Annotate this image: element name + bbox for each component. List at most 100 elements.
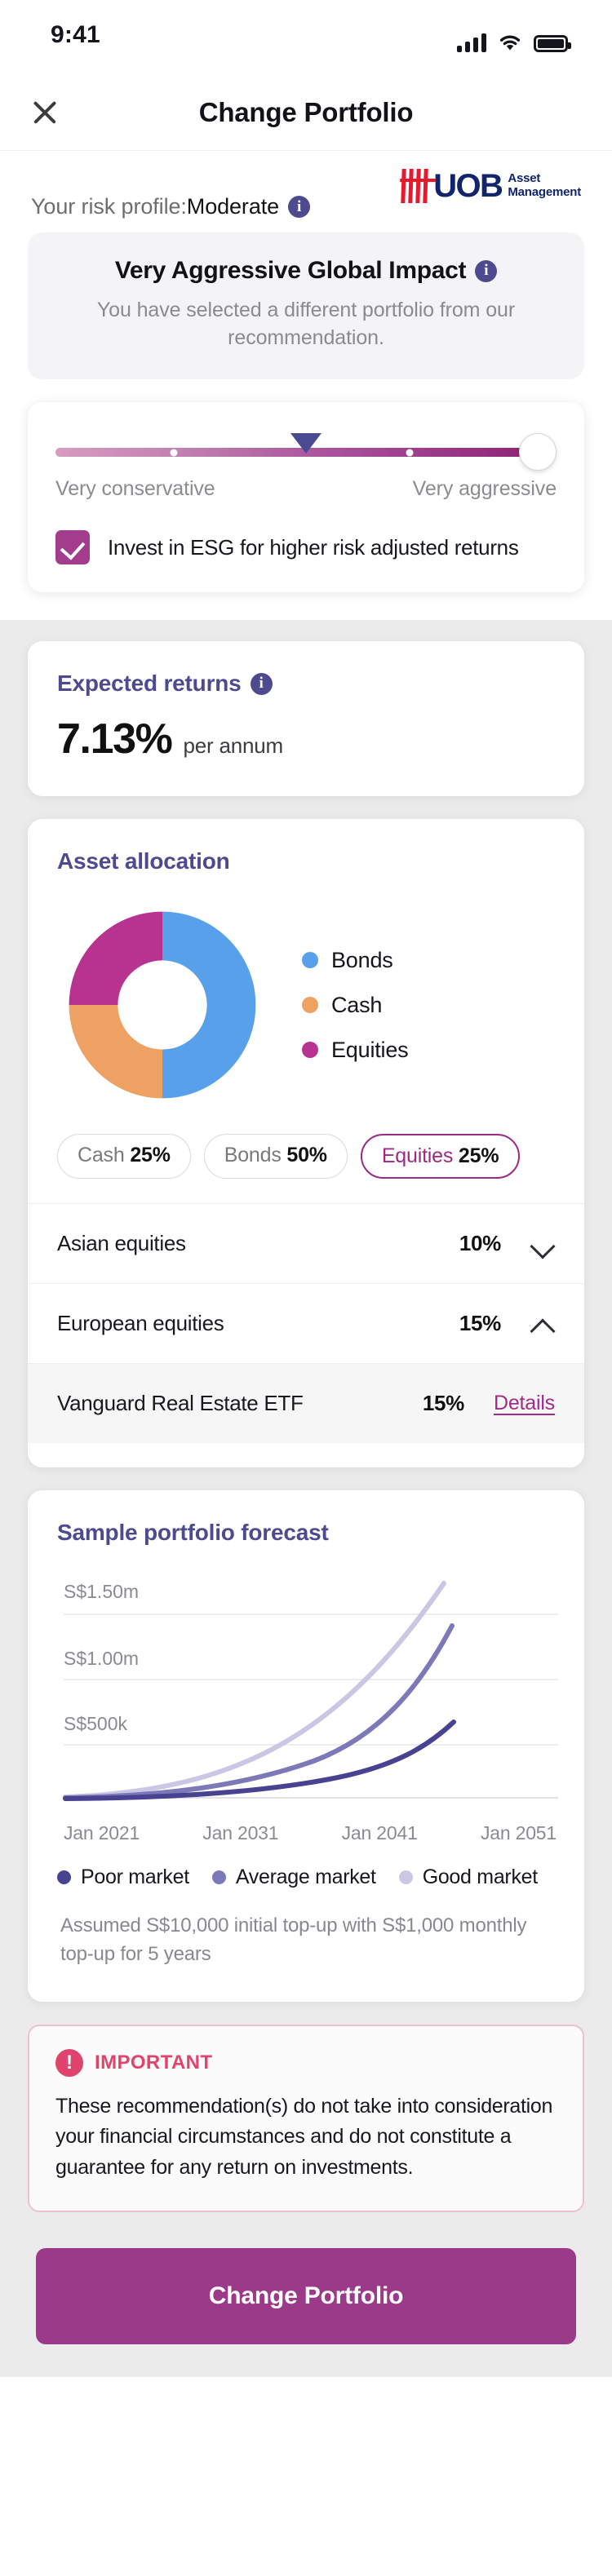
- holding-percent: 10%: [459, 1231, 501, 1255]
- esg-checkbox[interactable]: [55, 530, 90, 564]
- info-icon[interactable]: i: [475, 259, 498, 282]
- chip-bonds[interactable]: Bonds 50%: [203, 1134, 348, 1179]
- expected-returns-title-row: Expected returns i: [57, 671, 555, 697]
- portfolio-name-row: Very Aggressive Global Impact i: [59, 257, 553, 285]
- wifi-icon: [498, 33, 522, 52]
- page-header: Change Portfolio: [0, 75, 612, 151]
- asset-allocation-title: Asset allocation: [57, 848, 230, 874]
- info-icon[interactable]: i: [288, 196, 311, 218]
- legend-item: Good market: [398, 1866, 539, 1889]
- chevron-down-icon[interactable]: [530, 1232, 555, 1256]
- risk-profile-text: Your risk profile: Moderate i: [31, 194, 311, 219]
- holding-name: European equities: [57, 1311, 224, 1335]
- important-body: These recommendation(s) do not take into…: [55, 2094, 553, 2179]
- chip-value: 50%: [286, 1144, 327, 1166]
- holding-percent: 15%: [422, 1391, 464, 1415]
- alert-icon: !: [55, 2048, 83, 2077]
- legend-item: Cash: [302, 993, 408, 1018]
- chip-label: Bonds: [224, 1144, 282, 1166]
- esg-option[interactable]: Invest in ESG for higher risk adjusted r…: [52, 530, 560, 564]
- risk-profile-row: Your risk profile: Moderate i UOB Asset …: [0, 151, 612, 232]
- selected-portfolio-banner: Very Aggressive Global Impact i You have…: [28, 232, 584, 379]
- donut-slice-equities: [69, 911, 162, 1005]
- x-tick-label: Jan 2051: [480, 1822, 557, 1843]
- legend-label: Cash: [331, 992, 383, 1017]
- allocation-chips: Cash 25% Bonds 50% Equities 25%: [28, 1126, 584, 1203]
- important-header: ! IMPORTANT: [55, 2048, 557, 2077]
- y-tick-label-1: S$500k: [64, 1713, 128, 1734]
- forecast-legend: Poor market Average market Good market: [28, 1844, 584, 1889]
- holding-row-vanguard-real-estate-etf[interactable]: Vanguard Real Estate ETF 15% Details: [28, 1363, 584, 1443]
- risk-profile-label: Your risk profile:: [31, 194, 187, 219]
- y-tick-label-3: S$1.50m: [64, 1581, 139, 1602]
- change-portfolio-screen: 9:41 Change Portfolio Your risk profile:…: [0, 0, 612, 2576]
- x-tick-label: Jan 2041: [341, 1822, 418, 1843]
- holding-name: Vanguard Real Estate ETF: [57, 1391, 304, 1415]
- status-bar-time: 9:41: [51, 21, 100, 48]
- legend-item: Bonds: [302, 948, 408, 973]
- slider-tick: [406, 449, 413, 456]
- uob-logo: UOB Asset Management: [401, 169, 581, 203]
- forecast-title: Sample portfolio forecast: [57, 1520, 329, 1545]
- legend-swatch-cash: [302, 997, 318, 1013]
- expected-returns-title: Expected returns: [57, 671, 242, 696]
- uob-bars-icon: [401, 169, 428, 203]
- chip-label: Cash: [78, 1144, 125, 1166]
- chip-value: 25%: [458, 1144, 499, 1167]
- legend-label: Good market: [422, 1866, 539, 1888]
- asset-allocation-card: Asset allocation Bonds Cash Equities Cas…: [28, 819, 584, 1467]
- asset-allocation-chart-row: Bonds Cash Equities: [28, 874, 584, 1126]
- legend-item: Equities: [302, 1037, 409, 1063]
- details-link[interactable]: Details: [494, 1392, 555, 1415]
- holding-name: Asian equities: [57, 1231, 186, 1255]
- legend-swatch-good-market: [398, 1870, 413, 1884]
- slider-labels: Very conservative Very aggressive: [52, 477, 560, 501]
- legend-swatch-average-market: [211, 1870, 226, 1884]
- legend-label: Equities: [331, 1037, 409, 1062]
- change-portfolio-button[interactable]: Change Portfolio: [36, 2248, 576, 2345]
- expected-returns-card: Expected returns i 7.13% per annum: [28, 641, 584, 796]
- recommended-marker-icon: [290, 433, 322, 454]
- forecast-x-axis: Jan 2021 Jan 2031 Jan 2041 Jan 2051: [28, 1814, 584, 1844]
- holding-row-european-equities[interactable]: European equities 15%: [28, 1283, 584, 1363]
- chip-equities[interactable]: Equities 25%: [360, 1134, 521, 1179]
- risk-profile-value: Moderate: [186, 194, 280, 219]
- status-bar-icons: [457, 28, 571, 52]
- chip-value: 25%: [130, 1144, 171, 1166]
- legend-item: Poor market: [57, 1866, 189, 1889]
- portfolio-subtitle: You have selected a different portfolio …: [96, 299, 516, 349]
- forecast-chart: S$1.50m S$1.00m S$500k: [28, 1546, 584, 1814]
- legend-item: Average market: [211, 1866, 376, 1889]
- slider-thumb-icon[interactable]: [519, 433, 557, 471]
- cellular-signal-icon: [457, 33, 486, 52]
- legend-swatch-bonds: [302, 952, 318, 968]
- chip-cash[interactable]: Cash 25%: [57, 1134, 191, 1179]
- esg-label: Invest in ESG for higher risk adjusted r…: [108, 534, 519, 560]
- legend-swatch-equities: [302, 1042, 318, 1058]
- portfolio-name: Very Aggressive Global Impact: [114, 257, 467, 284]
- chip-label: Equities: [381, 1144, 454, 1167]
- content-section: Expected returns i 7.13% per annum Asset…: [0, 620, 612, 2378]
- info-icon[interactable]: i: [250, 672, 273, 695]
- portfolio-forecast-card: Sample portfolio forecast S$1.50m S$1.00…: [28, 1490, 584, 2002]
- legend-label: Average market: [235, 1866, 376, 1888]
- slider-tick: [170, 449, 177, 456]
- status-bar: 9:41: [0, 0, 612, 75]
- donut-chart: [28, 899, 297, 1111]
- risk-slider[interactable]: [55, 433, 557, 471]
- donut-chart-svg: [69, 911, 256, 1099]
- legend-swatch-poor-market: [57, 1870, 71, 1884]
- uob-subtitle: Asset Management: [508, 171, 581, 200]
- holding-percent: 15%: [459, 1311, 501, 1335]
- donut-slice-cash: [69, 1005, 162, 1099]
- chevron-up-icon[interactable]: [530, 1312, 555, 1336]
- legend-label: Poor market: [81, 1866, 189, 1888]
- uob-subtitle-line1: Asset: [508, 171, 541, 186]
- y-tick-label-2: S$1.00m: [64, 1648, 139, 1669]
- battery-icon: [534, 35, 571, 52]
- card-spacer: [28, 1443, 584, 1467]
- expected-returns-unit: per annum: [183, 733, 283, 758]
- holding-row-asian-equities[interactable]: Asian equities 10%: [28, 1203, 584, 1283]
- forecast-assumption: Assumed S$10,000 initial top-up with S$1…: [60, 1914, 527, 1965]
- donut-slice-bonds: [162, 911, 256, 1099]
